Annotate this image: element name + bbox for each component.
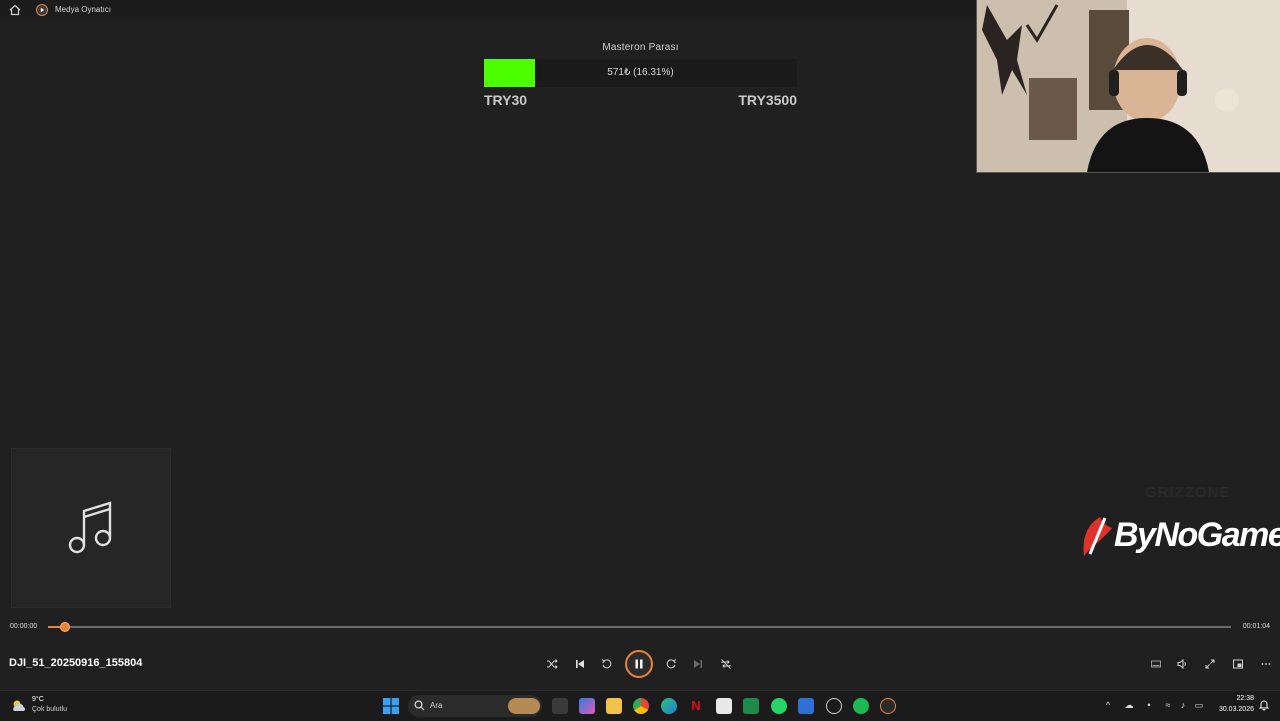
taskbar-date[interactable]: 30.03.2026 xyxy=(1210,706,1254,713)
webcam-feed xyxy=(976,0,1280,173)
miniplayer-icon xyxy=(1151,660,1161,668)
seek-track[interactable] xyxy=(48,626,1231,628)
search-icon xyxy=(414,700,425,711)
windows-start-icon[interactable] xyxy=(383,698,399,714)
next-icon xyxy=(694,660,702,668)
pause-icon xyxy=(635,659,643,669)
more-icon xyxy=(1261,663,1271,665)
seek-bar-area: 00:00:00 00:01:04 xyxy=(0,618,1280,636)
previous-button[interactable] xyxy=(570,654,590,674)
battery-icon[interactable]: ▭ xyxy=(1194,700,1204,710)
shuffle-button[interactable] xyxy=(542,654,562,674)
weather-description: Çok bulutlu xyxy=(32,706,68,713)
previous-icon xyxy=(576,660,584,668)
bynogame-logo-mark-icon xyxy=(1083,517,1112,556)
compact-view-button[interactable] xyxy=(1228,654,1248,674)
sponsor-logo: ByNoGame xyxy=(1078,512,1280,564)
copilot-icon[interactable] xyxy=(579,698,595,714)
title-bar: Medya Oynatıcı xyxy=(0,0,976,20)
weather-temperature: 9°C xyxy=(32,696,44,703)
goal-progress-bar: 571₺ (16.31%) xyxy=(484,59,797,87)
app-title: Medya Oynatıcı xyxy=(55,5,112,14)
seek-thumb[interactable] xyxy=(60,622,70,632)
netflix-icon[interactable]: N xyxy=(688,698,704,714)
goal-max-label: TRY3500 xyxy=(738,92,797,108)
weather-cloud-icon[interactable] xyxy=(10,697,28,715)
wifi-icon[interactable]: ≈ xyxy=(1163,700,1173,710)
search-highlight-image xyxy=(508,698,540,714)
compact-icon xyxy=(1233,659,1243,669)
shuffle-icon xyxy=(547,659,558,669)
chrome-icon[interactable] xyxy=(633,698,649,714)
volume-icon xyxy=(1177,658,1186,670)
onedrive-cloud-icon[interactable]: ☁ xyxy=(1124,700,1134,710)
logo-text: ByNoGame xyxy=(1114,516,1280,554)
microphone-icon[interactable]: • xyxy=(1144,700,1154,710)
microsoft-store-icon[interactable] xyxy=(716,698,732,714)
fullscreen-button[interactable] xyxy=(1200,654,1220,674)
home-icon[interactable] xyxy=(9,4,21,16)
excel-icon[interactable] xyxy=(743,698,759,714)
forward-30-button[interactable] xyxy=(661,654,681,674)
taskbar: 9°C Çok bulutlu Ara N ^ ☁ • ≈ ♪ ▭ 22:38 … xyxy=(0,690,1280,721)
rewind-10-button[interactable] xyxy=(597,654,617,674)
total-duration: 00:01:04 xyxy=(1242,623,1270,630)
tray-overflow-chevron-icon[interactable]: ^ xyxy=(1103,700,1113,710)
repeat-off-icon xyxy=(721,659,731,669)
fullscreen-icon xyxy=(1205,659,1215,669)
taskbar-time[interactable]: 22:38 xyxy=(1210,695,1254,702)
edge-icon[interactable] xyxy=(661,698,677,714)
media-player-taskbar-icon[interactable] xyxy=(880,698,896,714)
search-placeholder: Ara xyxy=(430,701,443,710)
album-art-placeholder xyxy=(11,448,171,608)
spotify-icon[interactable] xyxy=(853,698,869,714)
webcam-image xyxy=(977,0,1280,172)
notification-bell-icon[interactable] xyxy=(1258,699,1270,711)
watermark-text: GRIZZONE xyxy=(1145,484,1231,501)
goal-title: Masteron Parası xyxy=(602,42,679,53)
more-options-button[interactable] xyxy=(1256,654,1276,674)
file-explorer-icon[interactable] xyxy=(606,698,622,714)
goal-min-label: TRY30 xyxy=(484,92,528,108)
task-view-icon[interactable] xyxy=(552,698,568,714)
forward-30-icon xyxy=(666,659,677,669)
play-pause-button[interactable] xyxy=(625,650,653,678)
snipping-tool-icon[interactable] xyxy=(826,698,842,714)
donation-goal-widget: Masteron Parası 571₺ (16.31%) TRY30 TRY3… xyxy=(484,42,797,108)
miniplayer-button[interactable] xyxy=(1146,654,1166,674)
repeat-button[interactable] xyxy=(716,654,736,674)
speaker-icon[interactable]: ♪ xyxy=(1178,700,1188,710)
goal-progress-text: 571₺ (16.31%) xyxy=(607,67,674,78)
rewind-10-icon xyxy=(601,659,612,669)
volume-button[interactable] xyxy=(1172,654,1192,674)
track-name: DJI_51_20250916_155804 xyxy=(9,657,143,669)
music-note-icon xyxy=(68,501,112,554)
settings-app-icon[interactable] xyxy=(798,698,814,714)
media-player-app-icon xyxy=(36,4,48,16)
whatsapp-icon[interactable] xyxy=(771,698,787,714)
taskbar-search-box[interactable]: Ara xyxy=(408,695,542,717)
current-time: 00:00:00 xyxy=(10,623,38,630)
next-button[interactable] xyxy=(688,654,708,674)
